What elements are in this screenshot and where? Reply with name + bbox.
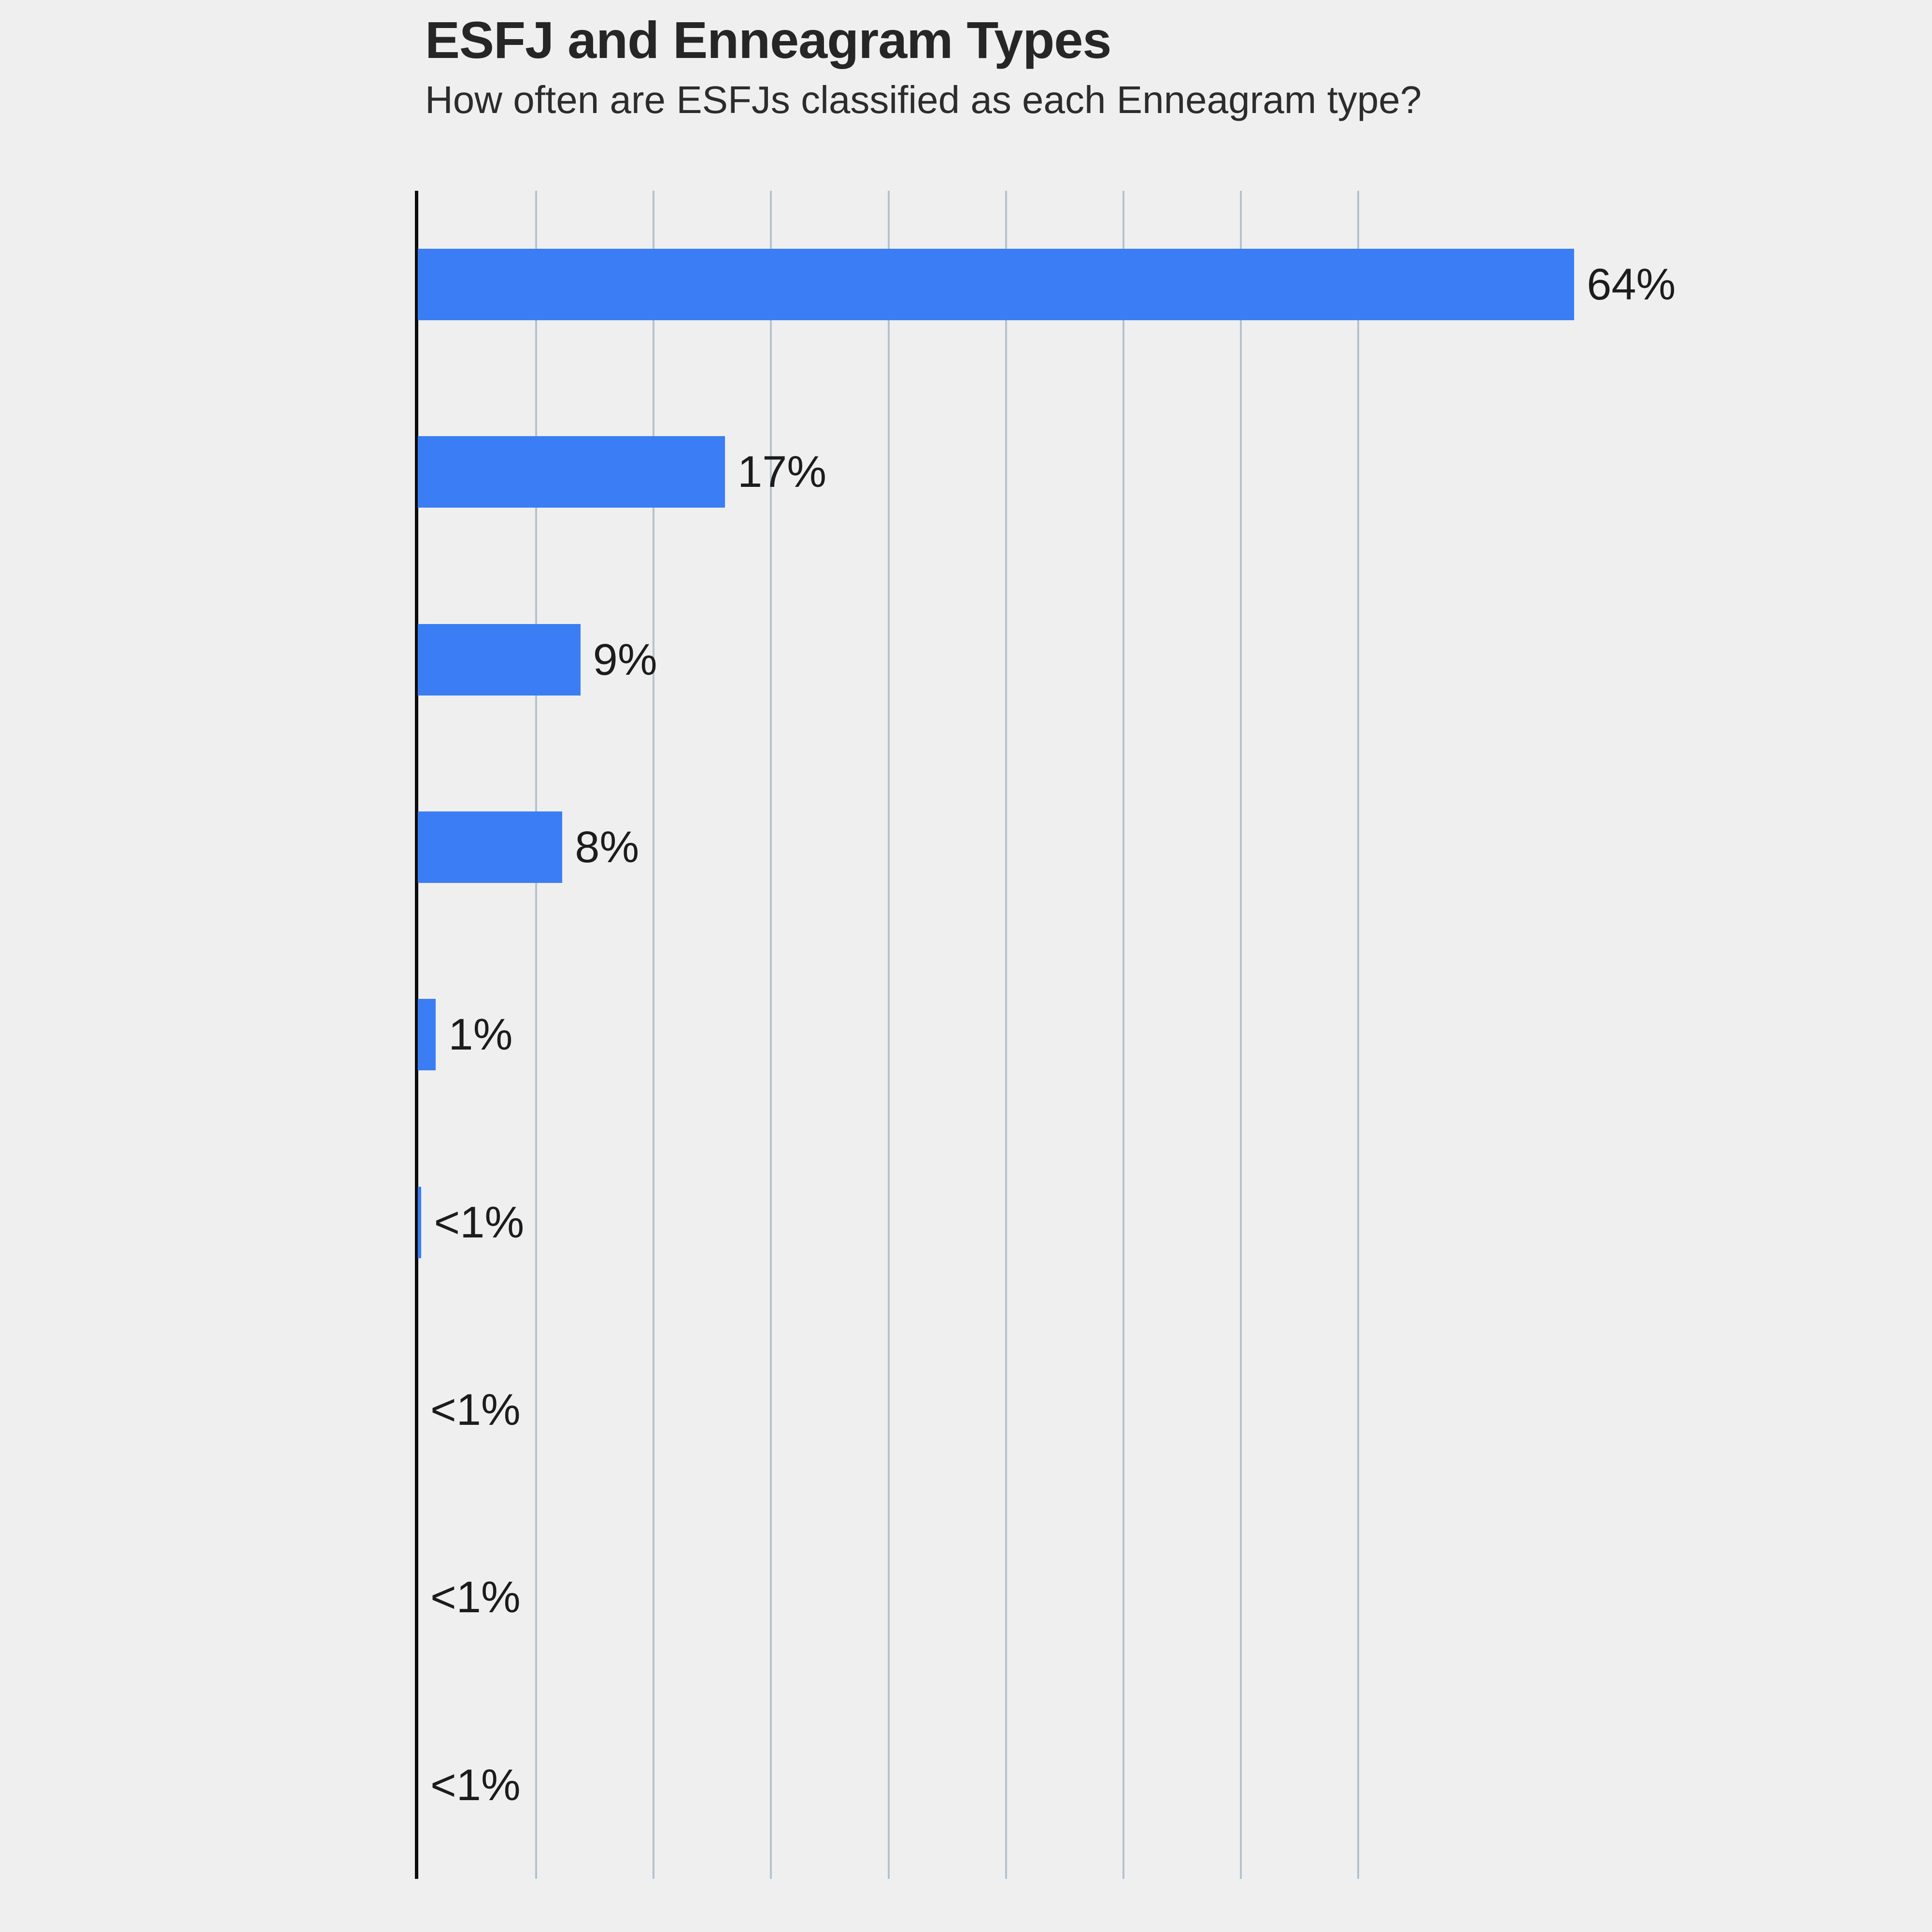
bar-value-label: 64%	[1587, 260, 1676, 310]
bar[interactable]	[418, 811, 563, 883]
bar-value-label: <1%	[430, 1760, 521, 1810]
bar-value-label: 1%	[448, 1010, 513, 1060]
bar-row[interactable]: Type 6The Loyalist<1%	[418, 1129, 1918, 1316]
bar-row[interactable]: Type 4The Individualist<1%	[418, 1691, 1918, 1879]
bar-row[interactable]: Type 3The Achiever8%	[418, 753, 1918, 941]
bar-row[interactable]: Type 1The Reformer9%	[418, 566, 1918, 753]
page-title: ESFJ and Enneagram Types	[425, 11, 1111, 69]
plot-area: Type 2The Helper64%Type 9The Peacemaker1…	[415, 191, 1918, 1879]
bar-value-label: 8%	[575, 823, 639, 872]
bar-value-label: <1%	[434, 1197, 525, 1247]
bar-value-label: <1%	[430, 1385, 521, 1435]
bar[interactable]	[418, 436, 725, 508]
chart-header: ESFJ and Enneagram Types How often are E…	[425, 10, 1903, 123]
bar-value-label: 9%	[593, 635, 657, 684]
bar-row[interactable]: Type 9The Peacemaker17%	[418, 378, 1918, 566]
bar-row[interactable]: Type 2The Helper64%	[418, 191, 1918, 378]
bar[interactable]	[418, 999, 436, 1071]
bar[interactable]	[418, 249, 1575, 321]
bar[interactable]	[418, 624, 581, 696]
bar-value-label: 17%	[737, 447, 827, 497]
chart-subtitle: How often are ESFJs classified as each E…	[425, 78, 1422, 122]
bar-value-label: <1%	[430, 1573, 521, 1622]
bar-chart: ESFJ and Enneagram Types How often are E…	[0, 0, 1932, 1932]
bar-row[interactable]: Type 7The Enthusiast1%	[418, 941, 1918, 1128]
bar-row[interactable]: Type 5The Investigator<1%	[418, 1504, 1918, 1691]
bar[interactable]	[418, 1186, 422, 1258]
bar-row[interactable]: Type 8The Challenger<1%	[418, 1316, 1918, 1504]
